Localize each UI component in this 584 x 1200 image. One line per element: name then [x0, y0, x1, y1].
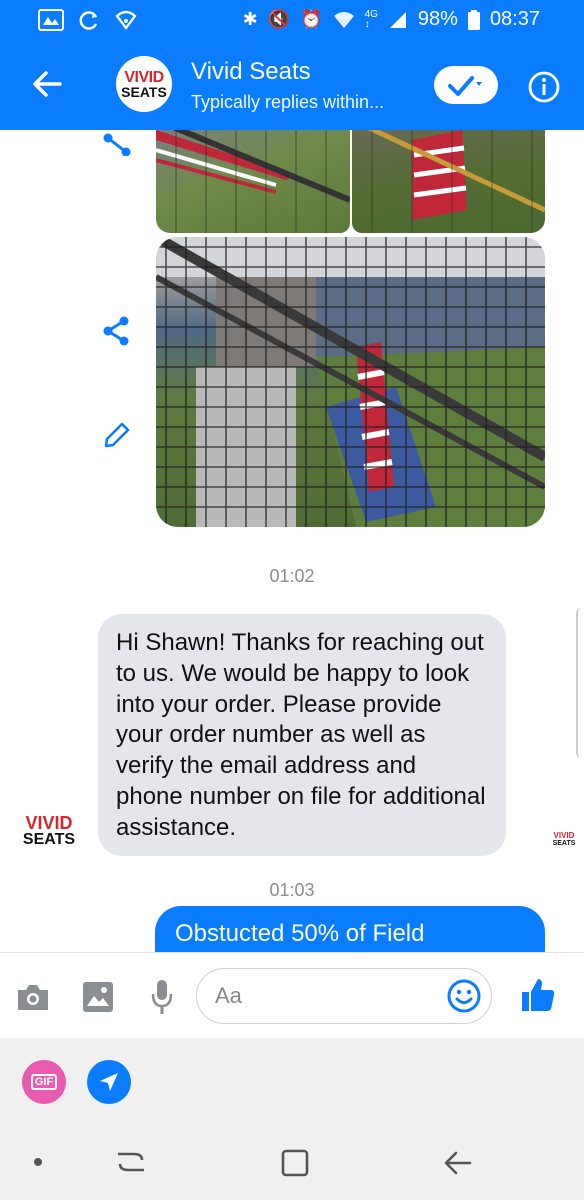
read-receipt-avatar: VIVID SEATS [552, 832, 576, 856]
share-icon[interactable] [100, 314, 134, 348]
message-list[interactable]: 01:02 VIVID SEATS Hi Shawn! Thanks for r… [0, 130, 584, 952]
signal-icon [389, 11, 406, 28]
gallery-notification-icon [38, 9, 64, 31]
read-receipt-seats-text: SEATS [552, 840, 576, 847]
wifi-shield-icon [115, 10, 137, 30]
recent-apps-icon[interactable] [114, 1148, 148, 1176]
share-icon[interactable] [100, 130, 134, 156]
location-arrow-icon [100, 1073, 118, 1091]
contact-name[interactable]: Vivid Seats [191, 58, 311, 86]
timestamp: 01:02 [269, 566, 315, 586]
avatar-vivid-text: VIVID [25, 812, 73, 833]
message-input[interactable]: Aa [196, 968, 492, 1024]
gallery-icon[interactable] [82, 981, 114, 1013]
back-nav-icon[interactable] [442, 1148, 474, 1178]
lte-icon: 4G ↕ [364, 8, 378, 30]
gif-label: GIF [30, 1074, 58, 1090]
message-input-placeholder: Aa [215, 983, 242, 1008]
gif-button[interactable]: GIF [22, 1060, 66, 1104]
read-receipt-vivid-text: VIVID [553, 831, 575, 840]
logo-seats-text: SEATS [121, 83, 167, 100]
battery-percent: 98% [417, 8, 458, 30]
edit-pencil-icon[interactable] [102, 420, 132, 450]
back-arrow-icon[interactable] [30, 67, 64, 101]
stadium-photo-2[interactable] [352, 130, 545, 233]
stadium-photo-1[interactable] [156, 130, 350, 233]
stadium-photo-main[interactable] [156, 237, 545, 527]
status-bar: ✱ 🔇 ⏰ 4G ↕ 98% 08:37 [0, 0, 584, 40]
scroll-indicator[interactable] [576, 608, 584, 758]
extras-tray: GIF [0, 1038, 584, 1120]
vivid-seats-logo[interactable]: VIVID SEATS [116, 56, 172, 112]
info-icon[interactable] [528, 71, 560, 103]
thumbs-up-icon[interactable] [520, 977, 556, 1013]
battery-icon [467, 9, 480, 30]
system-nav-bar [0, 1120, 584, 1200]
bluetooth-icon: ✱ [242, 9, 258, 29]
wifi-icon [333, 11, 354, 28]
microphone-icon[interactable] [150, 979, 174, 1015]
avatar-seats-text: SEATS [22, 830, 76, 848]
clock: 08:37 [489, 8, 540, 30]
logo-vivid-text: VIVID [124, 68, 164, 86]
dot-indicator-icon [34, 1158, 42, 1166]
mark-done-button[interactable] [434, 66, 498, 104]
outgoing-message[interactable]: Obstucted 50% of Field [155, 906, 545, 952]
vivid-seats-avatar[interactable]: VIVID SEATS [22, 806, 76, 856]
home-icon[interactable] [280, 1148, 310, 1178]
emoji-icon[interactable] [447, 979, 481, 1013]
reply-status: Typically replies within... [191, 92, 385, 112]
timestamp: 01:03 [269, 880, 315, 900]
checkmark-dropdown-icon [448, 76, 482, 96]
composer-bar: Aa [0, 952, 584, 1039]
camera-icon[interactable] [16, 982, 50, 1012]
alarm-icon: ⏰ [300, 9, 323, 29]
incoming-message[interactable]: Hi Shawn! Thanks for reaching out to us.… [98, 614, 506, 856]
location-button[interactable] [87, 1060, 131, 1104]
mute-icon: 🔇 [267, 9, 291, 29]
sync-icon [79, 11, 98, 30]
conversation-header: VIVID SEATS Vivid Seats Typically replie… [0, 40, 584, 130]
